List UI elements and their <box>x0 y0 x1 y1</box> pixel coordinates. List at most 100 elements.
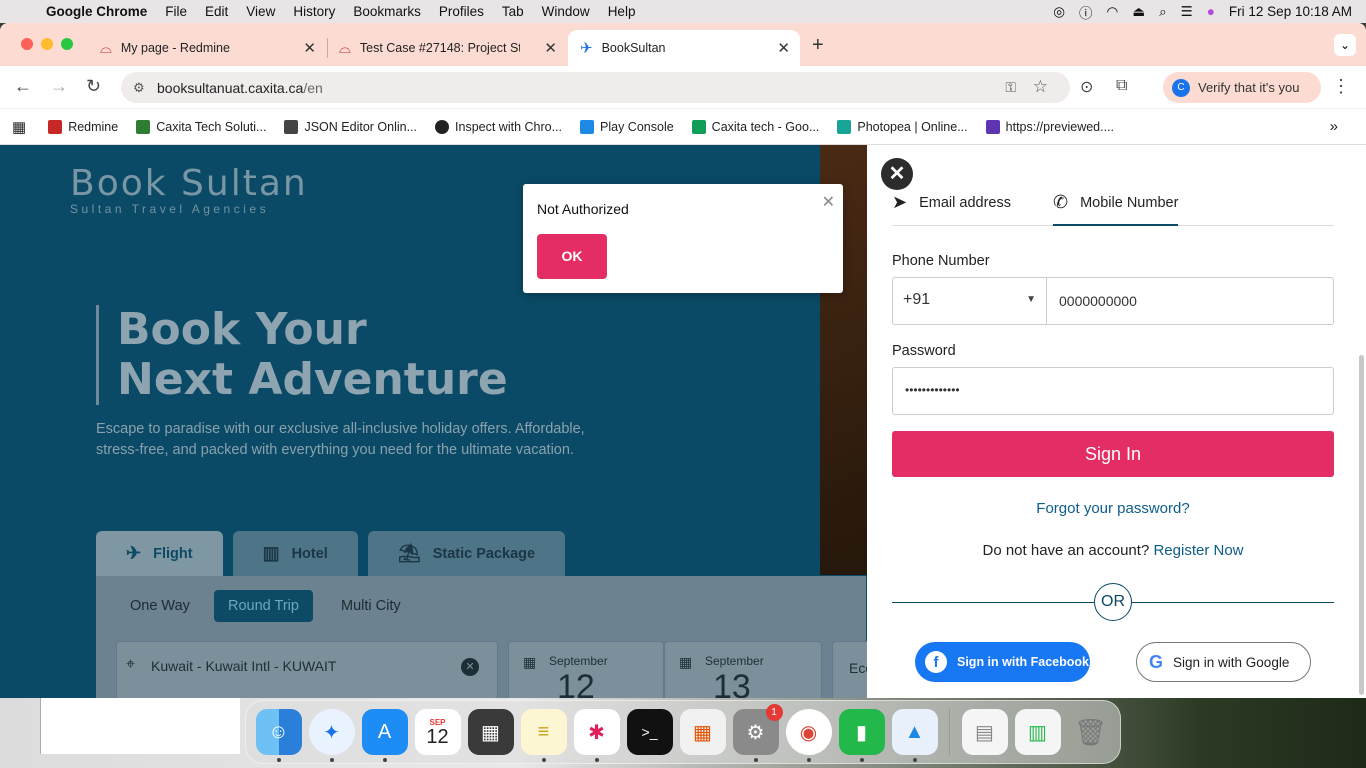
register-now-link[interactable]: Register Now <box>1153 542 1243 559</box>
more-bookmarks-icon[interactable]: » <box>1330 118 1338 135</box>
menu-history[interactable]: History <box>284 4 344 19</box>
bookmark-label: https://previewed.... <box>1005 119 1115 134</box>
tab-search-icon[interactable]: ⌄ <box>1334 34 1356 56</box>
zoom-window-button[interactable] <box>61 38 73 50</box>
menu-tab[interactable]: Tab <box>493 4 533 19</box>
tab-test-case[interactable]: ⌓ Test Case #27148: Project Stu ✕ <box>327 30 567 66</box>
accessibility-icon[interactable]: ⓘ <box>1079 2 1093 22</box>
control-center-icon[interactable]: ☰ <box>1181 4 1193 20</box>
close-icon[interactable]: ✕ <box>881 158 913 190</box>
menu-file[interactable]: File <box>156 4 196 19</box>
bookmark-previewed[interactable]: https://previewed.... <box>985 119 1115 134</box>
bookmark-redmine[interactable]: Redmine <box>48 119 118 134</box>
menubar-clock[interactable]: Fri 12 Sep 10:18 AM <box>1229 4 1352 19</box>
app-store-icon[interactable]: A <box>361 709 408 762</box>
clear-origin-icon[interactable]: ✕ <box>461 658 479 676</box>
password-key-icon[interactable]: ⚿ <box>1005 79 1016 96</box>
wifi-icon[interactable]: ◠ <box>1107 4 1119 20</box>
menu-bookmarks[interactable]: Bookmarks <box>344 4 430 19</box>
screen-mirroring-icon[interactable]: ◎ <box>1053 4 1065 20</box>
testflight-icon[interactable]: ▲ <box>891 709 938 762</box>
bookmark-inspect[interactable]: Inspect with Chro... <box>435 119 562 134</box>
menu-window[interactable]: Window <box>533 4 599 19</box>
finder-icon[interactable]: ☺ <box>255 709 302 762</box>
country-code-select[interactable]: +91 ▼ <box>892 277 1047 325</box>
bookmark-play-console[interactable]: Play Console <box>580 119 674 134</box>
tab-email-address[interactable]: ➤ Email address <box>892 192 1011 226</box>
trip-multi-city[interactable]: Multi City <box>327 590 415 622</box>
chrome-icon[interactable]: ◉ <box>785 709 832 762</box>
menu-app-name[interactable]: Google Chrome <box>46 4 156 19</box>
facebook-label: Sign in with Facebook <box>957 655 1089 669</box>
close-window-button[interactable] <box>21 38 33 50</box>
tab-flight[interactable]: ✈ Flight <box>96 531 223 576</box>
terminal-icon[interactable]: >_ <box>626 709 673 755</box>
location-target-icon: ⌖ <box>126 656 136 673</box>
site-info-icon[interactable]: ⚙ <box>133 80 145 96</box>
password-input[interactable]: ••••••••••••• <box>892 367 1334 415</box>
extension-icon[interactable]: ⊙ <box>1080 77 1093 97</box>
launchpad-icon[interactable]: ▦ <box>679 709 726 755</box>
tab-static-package[interactable]: ⛱ Static Package <box>367 531 566 576</box>
apps-grid-icon[interactable]: ▦ <box>12 118 26 136</box>
extensions-puzzle-icon[interactable]: ⧉ <box>1116 77 1127 95</box>
google-sign-in-button[interactable]: G Sign in with Google <box>1136 642 1311 682</box>
tab-hotel[interactable]: ▥ Hotel <box>232 531 358 576</box>
new-tab-icon[interactable]: + <box>812 34 824 57</box>
bookmark-photopea[interactable]: Photopea | Online... <box>837 119 968 134</box>
menu-profiles[interactable]: Profiles <box>430 4 493 19</box>
bookmark-caxita-sheets[interactable]: Caxita tech - Goo... <box>691 119 819 134</box>
url-path: /en <box>303 80 323 96</box>
phone-number-label: Phone Number <box>892 253 990 269</box>
calendar-icon[interactable]: SEP 12 <box>414 709 461 755</box>
tab-redmine[interactable]: ⌓ My page - Redmine ✕ <box>88 30 326 66</box>
return-date-field[interactable]: ▦ September 13 <box>664 641 822 698</box>
slack-icon[interactable]: ✱ <box>573 709 620 762</box>
url-host: booksultanuat.caxita.ca <box>157 80 304 96</box>
close-tab-icon[interactable]: ✕ <box>777 39 790 57</box>
tab-mobile-number[interactable]: ✆ Mobile Number <box>1053 192 1179 226</box>
origin-value: Kuwait - Kuwait Intl - KUWAIT <box>151 658 337 674</box>
origin-field[interactable]: ⌖ Kuwait - Kuwait Intl - KUWAIT ✕ <box>116 641 498 698</box>
phone-number-input[interactable]: 0000000000 <box>1046 277 1334 325</box>
trash-icon[interactable]: 🗑 <box>1068 709 1114 755</box>
menu-view[interactable]: View <box>237 4 284 19</box>
menu-help[interactable]: Help <box>599 4 645 19</box>
verify-identity-button[interactable]: C Verify that it's you <box>1163 72 1321 103</box>
scrollbar[interactable] <box>1359 355 1364 695</box>
spotlight-search-icon[interactable]: ⌕ <box>1159 4 1167 20</box>
system-settings-icon[interactable]: ⚙ 1 <box>732 704 783 762</box>
notes-icon[interactable]: ≡ <box>520 709 567 762</box>
close-tab-icon[interactable]: ✕ <box>544 39 557 57</box>
tab-title: BookSultan <box>601 41 666 55</box>
ok-button[interactable]: OK <box>537 234 607 279</box>
close-icon[interactable]: ✕ <box>822 192 835 212</box>
tab-booksultan[interactable]: ✈ BookSultan ✕ <box>568 30 800 66</box>
address-bar[interactable]: ⚙ booksultanuat.caxita.ca/en ⚿ ☆ <box>121 72 1070 103</box>
siri-icon[interactable]: ● <box>1207 4 1215 19</box>
facebook-sign-in-button[interactable]: f Sign in with Facebook <box>915 642 1090 682</box>
reload-icon[interactable]: ↻ <box>86 76 101 97</box>
forward-icon[interactable]: → <box>50 76 68 97</box>
numbers-icon[interactable]: ▮ <box>838 709 885 762</box>
bookmark-json-editor[interactable]: JSON Editor Onlin... <box>284 119 417 134</box>
minimize-window-button[interactable] <box>41 38 53 50</box>
chrome-menu-icon[interactable]: ⋮ <box>1332 76 1350 97</box>
recent-document-icon[interactable]: ▤ <box>961 709 1008 755</box>
safari-icon[interactable]: ✦ <box>308 709 355 762</box>
forgot-password-text[interactable]: Forgot your password? <box>1036 500 1189 517</box>
bookmark-caxita-tech[interactable]: Caxita Tech Soluti... <box>136 119 266 134</box>
trip-round-trip[interactable]: Round Trip <box>214 590 313 622</box>
recent-spreadsheet-icon[interactable]: ▥ <box>1014 709 1061 755</box>
calculator-icon[interactable]: ▦ <box>467 709 514 755</box>
site-logo[interactable]: Book Sultan Sultan Travel Agencies <box>70 163 308 216</box>
depart-date-field[interactable]: ▦ September 12 <box>508 641 664 698</box>
bookmark-star-icon[interactable]: ☆ <box>1033 77 1048 97</box>
calendar-icon: ▦ <box>679 654 693 670</box>
close-tab-icon[interactable]: ✕ <box>303 39 316 57</box>
eject-icon[interactable]: ⏏ <box>1132 4 1145 20</box>
sign-in-button[interactable]: Sign In <box>892 431 1334 477</box>
back-icon[interactable]: ← <box>14 76 32 97</box>
menu-edit[interactable]: Edit <box>196 4 237 19</box>
trip-one-way[interactable]: One Way <box>116 590 204 622</box>
